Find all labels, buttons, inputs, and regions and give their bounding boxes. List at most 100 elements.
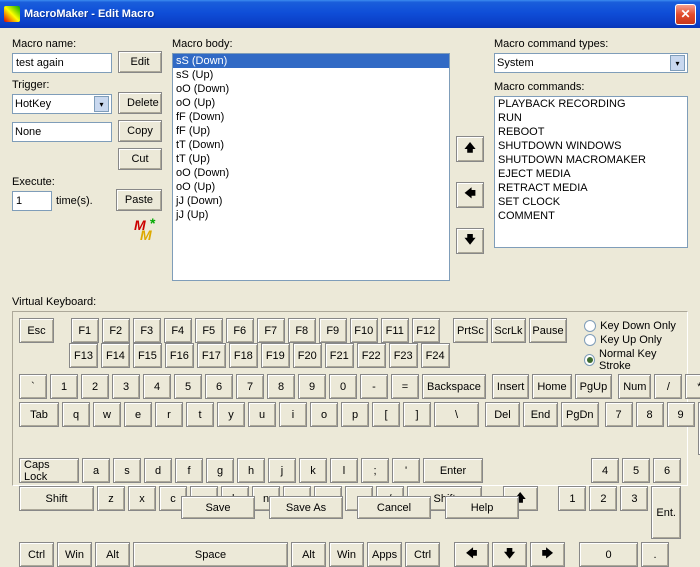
key-f4[interactable]: F4 (164, 318, 192, 343)
key-a[interactable]: a (82, 458, 110, 483)
key-numenter[interactable]: Ent. (651, 486, 681, 539)
key-rbracket[interactable]: ] (403, 402, 431, 427)
key-s[interactable]: s (113, 458, 141, 483)
cmd-type-dropdown[interactable]: System ▾ (494, 53, 688, 73)
key-r[interactable]: r (155, 402, 183, 427)
command-item[interactable]: COMMENT (495, 209, 687, 223)
trigger-dropdown[interactable]: HotKey ▾ (12, 94, 112, 114)
key-1[interactable]: 1 (50, 374, 78, 399)
key-lbracket[interactable]: [ (372, 402, 400, 427)
key-insert[interactable]: Insert (492, 374, 530, 399)
body-item[interactable]: tT (Up) (173, 152, 449, 166)
key-num0[interactable]: 0 (579, 542, 638, 567)
key-j[interactable]: j (268, 458, 296, 483)
key-6[interactable]: 6 (205, 374, 233, 399)
key-equals[interactable]: = (391, 374, 419, 399)
key-f19[interactable]: F19 (261, 343, 290, 368)
key-e[interactable]: e (124, 402, 152, 427)
radio-keyup[interactable] (584, 334, 596, 346)
body-item[interactable]: oO (Up) (173, 180, 449, 194)
key-num2[interactable]: 2 (589, 486, 617, 511)
command-item[interactable]: EJECT MEDIA (495, 167, 687, 181)
body-item[interactable]: oO (Down) (173, 166, 449, 180)
key-x[interactable]: x (128, 486, 156, 511)
key-k[interactable]: k (299, 458, 327, 483)
key-9[interactable]: 9 (298, 374, 326, 399)
body-item[interactable]: sS (Down) (173, 54, 449, 68)
key-lctrl[interactable]: Ctrl (19, 542, 54, 567)
key-numlock[interactable]: Num (618, 374, 651, 399)
key-4[interactable]: 4 (143, 374, 171, 399)
key-semicolon[interactable]: ; (361, 458, 389, 483)
key-ralt[interactable]: Alt (291, 542, 326, 567)
key-nummul[interactable]: * (685, 374, 700, 399)
close-button[interactable]: ✕ (675, 4, 696, 25)
command-item[interactable]: SET CLOCK (495, 195, 687, 209)
help-button[interactable]: Help (445, 496, 519, 519)
key-0[interactable]: 0 (329, 374, 357, 399)
key-scrlk[interactable]: ScrLk (491, 318, 526, 343)
save-button[interactable]: Save (181, 496, 255, 519)
key-pgdn[interactable]: PgDn (561, 402, 599, 427)
key-i[interactable]: i (279, 402, 307, 427)
key-dash[interactable]: - (360, 374, 388, 399)
key-num7[interactable]: 7 (605, 402, 633, 427)
key-arrow-right[interactable]: 🡆 (530, 542, 565, 567)
key-f11[interactable]: F11 (381, 318, 409, 343)
macro-body-listbox[interactable]: sS (Down)sS (Up)oO (Down)oO (Up)fF (Down… (172, 53, 450, 281)
key-q[interactable]: q (62, 402, 90, 427)
key-num4[interactable]: 4 (591, 458, 619, 483)
command-item[interactable]: PLAYBACK RECORDING (495, 97, 687, 111)
key-h[interactable]: h (237, 458, 265, 483)
key-o[interactable]: o (310, 402, 338, 427)
key-f7[interactable]: F7 (257, 318, 285, 343)
key-u[interactable]: u (248, 402, 276, 427)
key-arrow-down[interactable]: 🡇 (492, 542, 527, 567)
paste-button[interactable]: Paste (116, 189, 162, 211)
key-f5[interactable]: F5 (195, 318, 223, 343)
move-down-button[interactable]: 🡇 (456, 228, 484, 254)
key-2[interactable]: 2 (81, 374, 109, 399)
macro-name-input[interactable] (12, 53, 112, 73)
key-del[interactable]: Del (485, 402, 520, 427)
command-item[interactable]: REBOOT (495, 125, 687, 139)
key-capslock[interactable]: Caps Lock (19, 458, 79, 483)
key-num6[interactable]: 6 (653, 458, 681, 483)
key-f22[interactable]: F22 (357, 343, 386, 368)
key-f2[interactable]: F2 (102, 318, 130, 343)
execute-count-input[interactable] (12, 191, 52, 211)
key-f3[interactable]: F3 (133, 318, 161, 343)
body-item[interactable]: fF (Down) (173, 110, 449, 124)
key-f17[interactable]: F17 (197, 343, 226, 368)
key-f1[interactable]: F1 (71, 318, 99, 343)
cancel-button[interactable]: Cancel (357, 496, 431, 519)
key-f8[interactable]: F8 (288, 318, 316, 343)
add-left-button[interactable]: 🡄 (456, 182, 484, 208)
key-apostrophe[interactable]: ' (392, 458, 420, 483)
body-item[interactable]: oO (Up) (173, 96, 449, 110)
commands-listbox[interactable]: PLAYBACK RECORDINGRUNREBOOTSHUTDOWN WIND… (494, 96, 688, 248)
key-d[interactable]: d (144, 458, 172, 483)
key-prtsc[interactable]: PrtSc (453, 318, 488, 343)
key-5[interactable]: 5 (174, 374, 202, 399)
key-f16[interactable]: F16 (165, 343, 194, 368)
command-item[interactable]: SHUTDOWN MACROMAKER (495, 153, 687, 167)
command-item[interactable]: RETRACT MEDIA (495, 181, 687, 195)
key-numdiv[interactable]: / (654, 374, 682, 399)
key-8[interactable]: 8 (267, 374, 295, 399)
command-item[interactable]: RUN (495, 111, 687, 125)
key-tab[interactable]: Tab (19, 402, 59, 427)
key-l[interactable]: l (330, 458, 358, 483)
key-pgup[interactable]: PgUp (575, 374, 613, 399)
key-num5[interactable]: 5 (622, 458, 650, 483)
key-enter[interactable]: Enter (423, 458, 483, 483)
key-home[interactable]: Home (532, 374, 571, 399)
key-f20[interactable]: F20 (293, 343, 322, 368)
key-pause[interactable]: Pause (529, 318, 567, 343)
key-backspace[interactable]: Backspace (422, 374, 486, 399)
key-g[interactable]: g (206, 458, 234, 483)
key-f[interactable]: f (175, 458, 203, 483)
trigger-value-field[interactable]: None (12, 122, 112, 142)
radio-normal[interactable] (584, 354, 595, 366)
key-p[interactable]: p (341, 402, 369, 427)
